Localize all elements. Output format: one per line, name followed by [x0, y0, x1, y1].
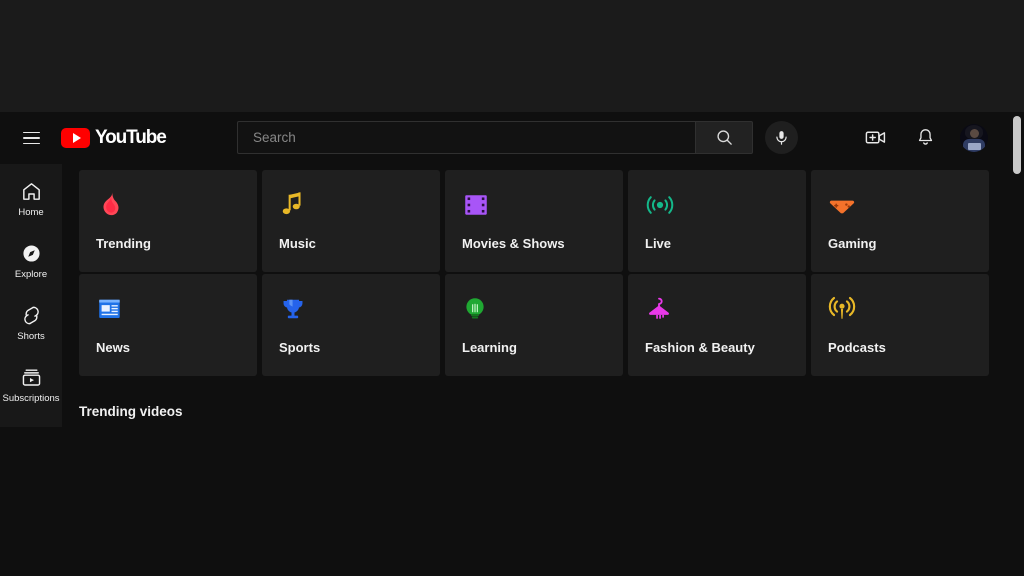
create-video-icon — [865, 131, 885, 144]
sidebar-item-label: Home — [18, 207, 44, 219]
sidebar: Home Explore Shorts Subscriptions — [0, 164, 62, 427]
category-card-gaming[interactable]: Gaming — [811, 170, 989, 272]
browser-chrome-area — [0, 0, 1024, 112]
voice-search-button[interactable] — [765, 121, 798, 154]
sidebar-item-label: Explore — [14, 269, 48, 281]
broadcast-icon — [646, 196, 674, 214]
sidebar-item-label: Shorts — [17, 331, 45, 343]
youtube-play-logo-icon — [61, 128, 90, 148]
shorts-icon — [23, 306, 39, 325]
podcast-icon — [828, 296, 856, 319]
notifications-button[interactable] — [910, 123, 940, 153]
home-icon — [22, 183, 40, 201]
category-card-trending[interactable]: Trending — [79, 170, 257, 272]
category-label: Music — [279, 236, 316, 251]
category-card-learning[interactable]: Learning — [445, 274, 623, 376]
lightbulb-icon — [466, 298, 484, 319]
film-strip-icon — [465, 195, 487, 215]
music-note-icon — [282, 192, 301, 215]
category-card-fashion-beauty[interactable]: Fashion & Beauty — [628, 274, 806, 376]
category-label: Movies & Shows — [462, 236, 565, 251]
masthead: YouTube — [0, 112, 1010, 164]
clothes-hanger-icon — [649, 297, 669, 319]
sidebar-item-explore[interactable]: Explore — [0, 230, 62, 292]
gamepad-icon — [829, 200, 855, 214]
search-input[interactable] — [251, 129, 695, 146]
category-label: Trending — [96, 236, 151, 251]
flame-icon — [103, 192, 119, 216]
youtube-app-viewport: YouTube Search Home Explore Shorts Subsc… — [0, 112, 1024, 576]
category-label: Sports — [279, 340, 321, 355]
scrollbar-thumb[interactable] — [1013, 116, 1021, 174]
category-card-movies-shows[interactable]: Movies & Shows — [445, 170, 623, 272]
search-submit-button[interactable] — [695, 121, 753, 154]
avatar[interactable] — [960, 123, 988, 152]
page-scrollbar[interactable] — [1010, 112, 1024, 576]
subscriptions-icon — [22, 369, 40, 386]
search-cluster — [237, 121, 798, 154]
youtube-logo[interactable]: YouTube — [61, 127, 167, 149]
sidebar-item-shorts[interactable]: Shorts — [0, 292, 62, 354]
category-label: News — [96, 340, 130, 355]
category-label: Fashion & Beauty — [645, 340, 755, 355]
hamburger-menu-icon[interactable] — [11, 118, 51, 158]
sidebar-item-label: Subscriptions — [2, 393, 60, 405]
category-card-podcasts[interactable]: Podcasts — [811, 274, 989, 376]
compass-explore-icon — [22, 245, 40, 262]
category-card-live[interactable]: Live — [628, 170, 806, 272]
category-label: Live — [645, 236, 672, 251]
category-card-news[interactable]: News — [79, 274, 257, 376]
category-grid: Trending Music Movies & Shows Live Gamin… — [79, 170, 989, 376]
category-card-music[interactable]: Music — [262, 170, 440, 272]
microphone-icon — [776, 131, 787, 145]
sidebar-item-subscriptions[interactable]: Subscriptions — [0, 354, 62, 416]
category-label: Podcasts — [828, 340, 886, 355]
search-input-box[interactable] — [237, 121, 695, 154]
newspaper-icon — [99, 299, 120, 319]
bell-notifications-icon — [918, 129, 932, 145]
category-label: Gaming — [828, 236, 877, 251]
category-card-sports[interactable]: Sports — [262, 274, 440, 376]
main-content: Trending Music Movies & Shows Live Gamin… — [62, 164, 1010, 576]
sidebar-item-home[interactable]: Home — [0, 168, 62, 230]
magnifier-search-icon — [716, 130, 732, 145]
category-label: Learning — [462, 340, 517, 355]
create-video-button[interactable] — [860, 123, 890, 153]
trending-videos-heading: Trending videos — [79, 404, 183, 419]
trophy-icon — [283, 299, 303, 319]
masthead-actions — [860, 121, 988, 154]
youtube-wordmark: YouTube — [95, 127, 167, 148]
